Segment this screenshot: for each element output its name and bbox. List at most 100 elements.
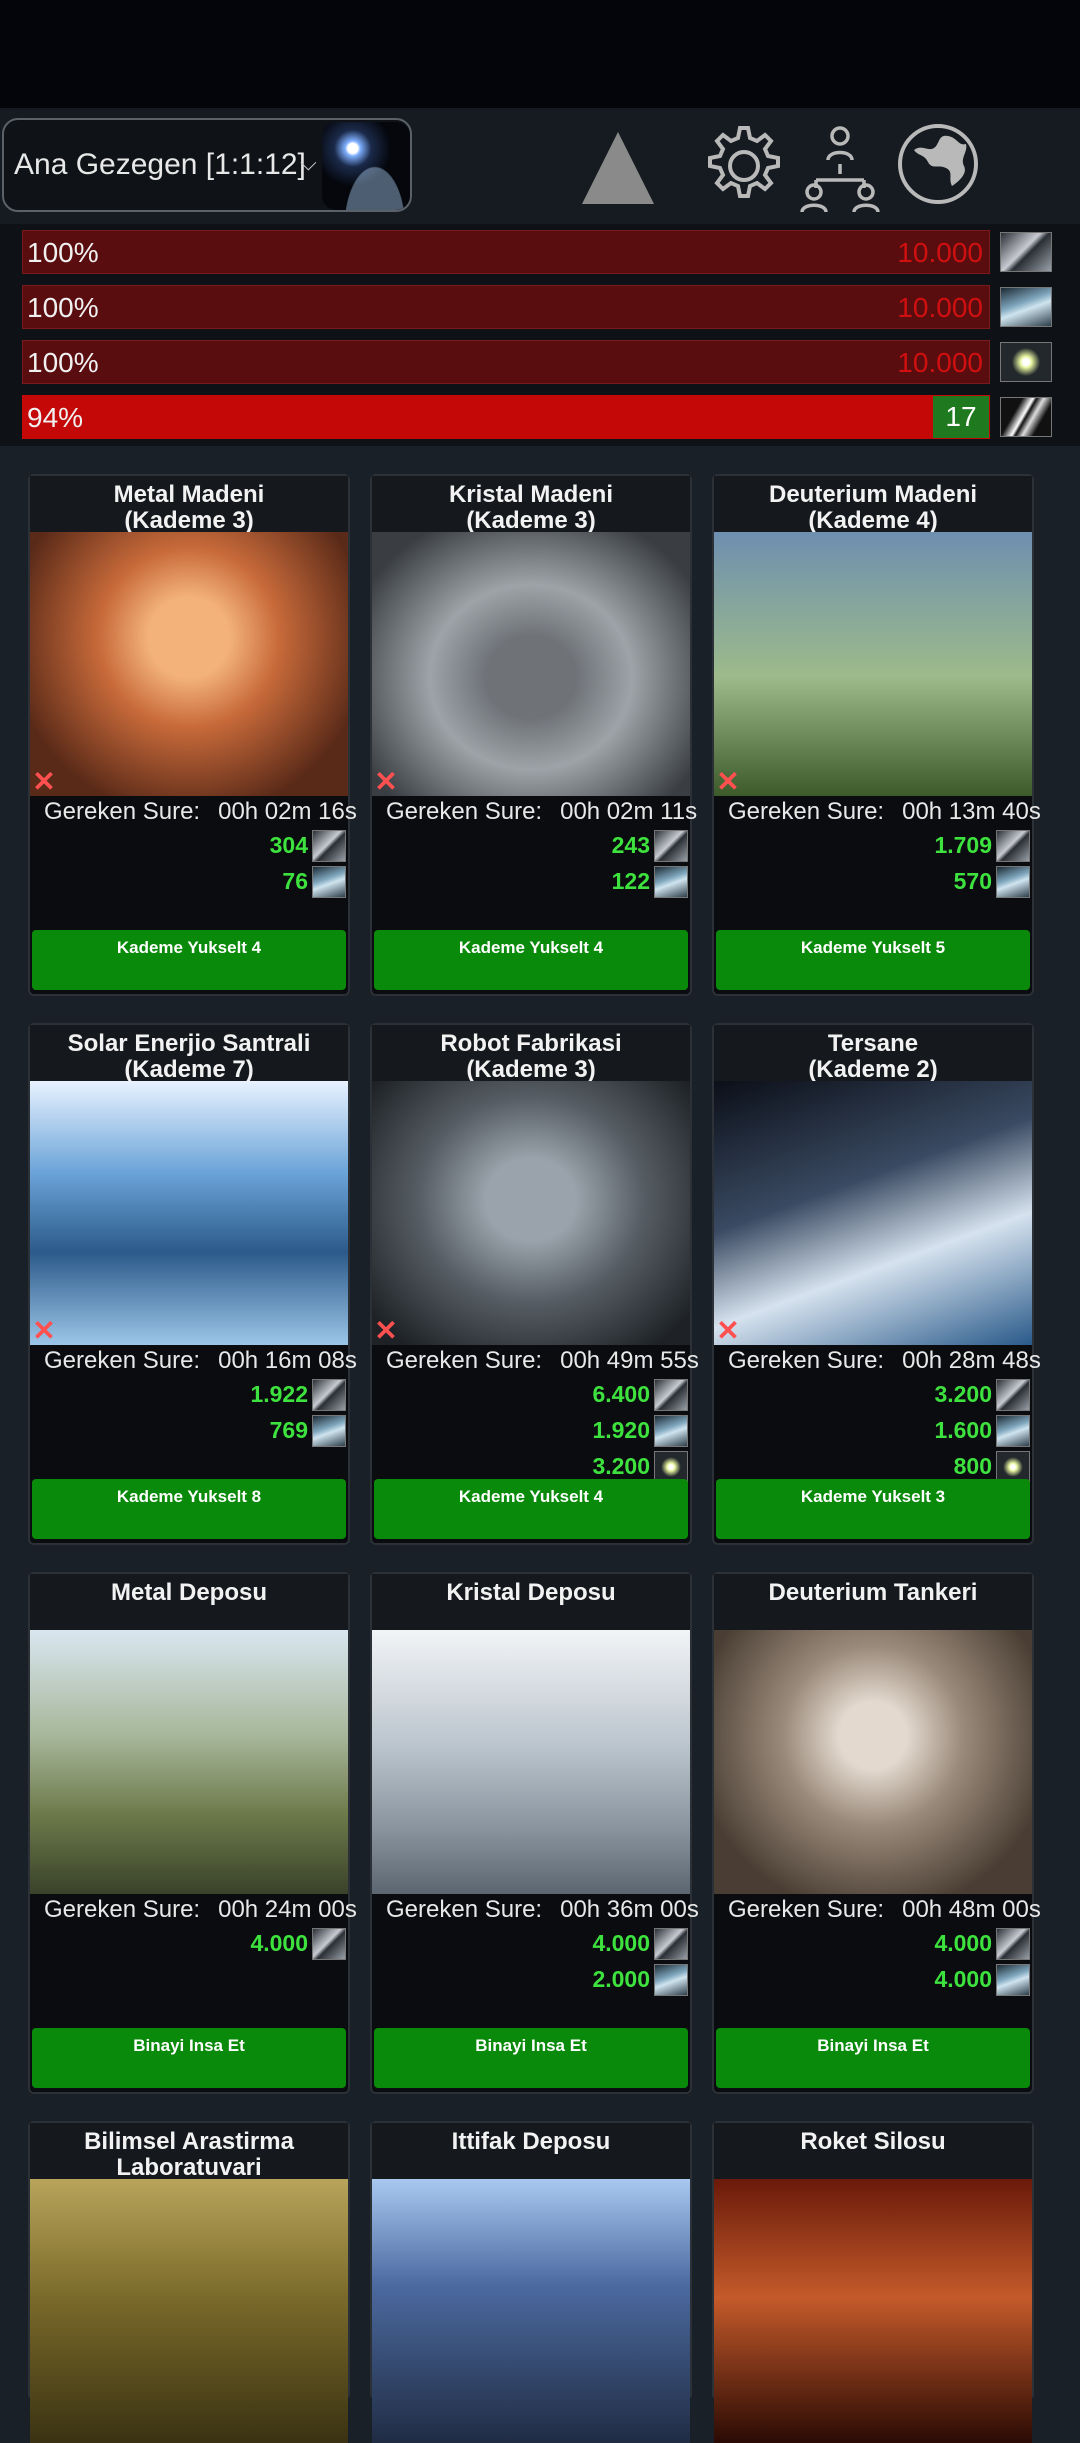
energy-icon	[1000, 397, 1052, 437]
cancel-icon[interactable]: ✕	[716, 768, 740, 796]
building-card: Robot Fabrikasi (Kademe 3) ✕ Gereken Sure:…	[370, 1023, 699, 1545]
crystal-icon	[996, 866, 1030, 898]
build-time-value: 00h 49m 55s	[560, 1347, 699, 1374]
building-card: Roket Silosu	[712, 2121, 1034, 2443]
building-image[interactable]: ✕	[714, 1081, 1032, 1345]
build-time-label: Gereken Sure:	[386, 1896, 543, 1923]
building-image[interactable]	[30, 1630, 348, 1894]
build-time: Gereken Sure: 00h 24m 00s	[30, 1894, 357, 1926]
cost-value: 76	[282, 868, 308, 894]
globe-icon[interactable]	[894, 120, 982, 208]
build-time: Gereken Sure: 00h 13m 40s	[714, 796, 1041, 828]
upgrade-button[interactable]: Kademe Yukselt 4	[374, 1479, 688, 1539]
cost-value: 304	[269, 832, 308, 858]
cost-row: 243	[372, 828, 690, 864]
cost-row: 4.000	[372, 1926, 690, 1962]
energy-bar: 94% 17	[22, 395, 990, 439]
building-image[interactable]: ✕	[30, 532, 348, 796]
metal-icon	[654, 830, 688, 862]
deuterium-bar: 100% 10.000	[22, 340, 990, 384]
building-image[interactable]	[372, 2179, 690, 2443]
metal-icon	[996, 1928, 1030, 1960]
cancel-icon[interactable]: ✕	[32, 1317, 56, 1345]
building-image[interactable]	[714, 1630, 1032, 1894]
building-image[interactable]: ✕	[372, 532, 690, 796]
build-time-value: 00h 13m 40s	[902, 798, 1041, 825]
cost-value: 800	[953, 1453, 992, 1479]
build-time: Gereken Sure: 00h 49m 55s	[372, 1345, 699, 1377]
cost-row: 3.200	[714, 1377, 1032, 1413]
cost-row: 4.000	[30, 1926, 348, 1962]
build-time-value: 00h 28m 48s	[902, 1347, 1041, 1374]
cancel-icon[interactable]: ✕	[374, 768, 398, 796]
build-time-label: Gereken Sure:	[728, 798, 885, 825]
metal-icon	[312, 1928, 346, 1960]
building-card: Deuterium Tankeri Gereken Sure: 00h 48m 00…	[712, 1572, 1041, 2094]
planet-thumbnail	[322, 122, 410, 210]
building-card: Solar Enerjio Santrali (Kademe 7) ✕ Gereke…	[28, 1023, 357, 1545]
metal-percent: 100%	[27, 237, 99, 268]
crystal-percent: 100%	[27, 292, 99, 323]
cost-value: 4.000	[592, 1930, 650, 1956]
build-time-label: Gereken Sure:	[386, 798, 543, 825]
cost-row: 304	[30, 828, 348, 864]
building-card: Ittifak Deposu	[370, 2121, 692, 2443]
metal-bar: 100% 10.000	[22, 230, 990, 274]
cancel-icon[interactable]: ✕	[716, 1317, 740, 1345]
crystal-capacity: 10.000	[897, 292, 983, 323]
cost-row: 1.600	[714, 1413, 1032, 1449]
gear-icon[interactable]	[700, 122, 788, 210]
cancel-icon[interactable]: ✕	[32, 768, 56, 796]
upgrade-button[interactable]: Binayi Insa Et	[716, 2028, 1030, 2088]
cost-value: 2.000	[592, 1966, 650, 1992]
upgrade-button[interactable]: Kademe Yukselt 8	[32, 1479, 346, 1539]
build-time: Gereken Sure: 00h 16m 08s	[30, 1345, 357, 1377]
deuterium-percent: 100%	[27, 347, 99, 378]
crystal-icon	[996, 1415, 1030, 1447]
chevron-down-icon: ⌵	[300, 150, 317, 175]
build-time: Gereken Sure: 00h 02m 16s	[30, 796, 357, 828]
upgrade-button[interactable]: Binayi Insa Et	[32, 2028, 346, 2088]
building-card: Bilimsel Arastirma Laboratuvari	[28, 2121, 350, 2443]
upgrade-button[interactable]: Kademe Yukselt 3	[716, 1479, 1030, 1539]
build-time: Gereken Sure: 00h 48m 00s	[714, 1894, 1041, 1926]
cost-value: 4.000	[250, 1930, 308, 1956]
build-time-value: 00h 16m 08s	[218, 1347, 357, 1374]
building-title: Solar Enerjio Santrali (Kademe 7)	[30, 1025, 348, 1083]
building-image[interactable]	[714, 2179, 1032, 2443]
building-image[interactable]	[30, 2179, 348, 2443]
building-image[interactable]: ✕	[372, 1081, 690, 1345]
cost-row: 6.400	[372, 1377, 690, 1413]
building-title: Metal Madeni (Kademe 3)	[30, 476, 348, 534]
building-title: Deuterium Tankeri	[714, 1574, 1032, 1630]
upgrade-button[interactable]: Kademe Yukselt 4	[374, 930, 688, 990]
crystal-icon	[312, 866, 346, 898]
metal-icon	[312, 830, 346, 862]
cost-row: 76	[30, 864, 348, 900]
status-bar	[0, 0, 1080, 108]
build-time-label: Gereken Sure:	[44, 798, 201, 825]
alliance-icon[interactable]	[792, 120, 888, 216]
crystal-bar: 100% 10.000	[22, 285, 990, 329]
deuterium-capacity: 10.000	[897, 347, 983, 378]
building-title: Deuterium Madeni (Kademe 4)	[714, 476, 1032, 534]
cost-row: 769	[30, 1413, 348, 1449]
building-title: Metal Deposu	[30, 1574, 348, 1630]
upgrade-button[interactable]: Binayi Insa Et	[374, 2028, 688, 2088]
up-arrow-icon[interactable]	[578, 128, 658, 208]
build-time-value: 00h 36m 00s	[560, 1896, 699, 1923]
upgrade-button[interactable]: Kademe Yukselt 5	[716, 930, 1030, 990]
cost-value: 4.000	[934, 1930, 992, 1956]
building-image[interactable]: ✕	[30, 1081, 348, 1345]
building-image[interactable]	[372, 1630, 690, 1894]
build-time: Gereken Sure: 00h 28m 48s	[714, 1345, 1041, 1377]
building-image[interactable]: ✕	[714, 532, 1032, 796]
build-time-label: Gereken Sure:	[44, 1347, 201, 1374]
upgrade-button[interactable]: Kademe Yukselt 4	[32, 930, 346, 990]
build-time-label: Gereken Sure:	[386, 1347, 543, 1374]
cancel-icon[interactable]: ✕	[374, 1317, 398, 1345]
cost-row: 570	[714, 864, 1032, 900]
cost-row: 1.922	[30, 1377, 348, 1413]
crystal-icon	[654, 1415, 688, 1447]
planet-selector[interactable]: Ana Gezegen [1:1:12] ⌵	[2, 118, 412, 212]
